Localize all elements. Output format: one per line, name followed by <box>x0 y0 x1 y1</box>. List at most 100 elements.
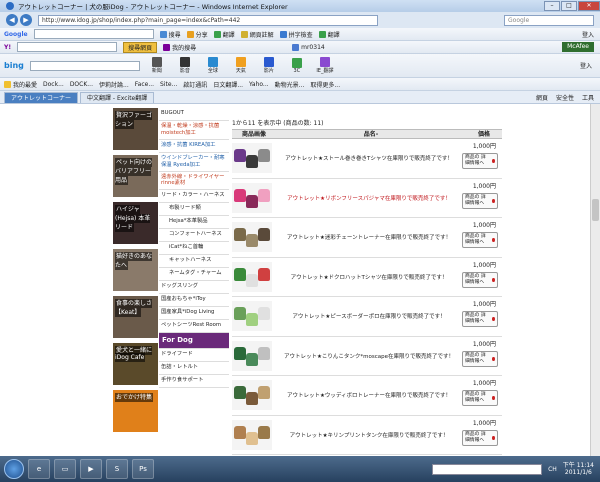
ie-task-icon[interactable]: e <box>28 459 50 479</box>
safety-menu[interactable]: 安全性 <box>556 93 574 102</box>
tray-input[interactable] <box>432 463 543 475</box>
category-menu-item[interactable]: ネームタグ・チャーム <box>159 268 229 282</box>
photoshop-task-icon[interactable]: Ps <box>132 459 154 479</box>
url-input[interactable]: http://www.idog.jp/shop/index.php?main_p… <box>38 14 378 26</box>
bing-video-button[interactable]: 影音 <box>174 57 196 74</box>
header-name[interactable]: 品名- <box>276 130 466 138</box>
bing-global-button[interactable]: 全球 <box>202 57 224 74</box>
product-detail-button[interactable]: 商品の 詳細情報へ <box>462 390 498 406</box>
category-menu-item[interactable]: 保温・乾燥・涼感・抗菌 moistech加工 <box>159 121 229 140</box>
tab-outlet[interactable]: アウトレットコーナー <box>4 91 79 103</box>
google-search-input[interactable] <box>33 29 154 39</box>
category-menu-item[interactable]: iCat*ねこ首輪 <box>159 242 229 256</box>
page-menu[interactable]: 網頁 <box>536 93 548 102</box>
toolbar1-item[interactable]: 網頁註解 <box>240 30 274 39</box>
category-menu-item[interactable]: ウインドブレーカー・耐寒保温 Ryeda加工 <box>159 153 229 172</box>
category-menu-item[interactable]: キャットハーネス <box>159 255 229 269</box>
side-banner[interactable]: 愛犬と一緒に iDog Cafe <box>113 343 158 385</box>
maximize-button[interactable]: □ <box>561 1 577 11</box>
category-menu-item[interactable]: 国産おもちゃ*iToy <box>159 294 229 308</box>
product-image[interactable] <box>232 143 272 174</box>
category-menu-item[interactable]: For Dog <box>159 333 229 350</box>
bing-search-input[interactable] <box>29 60 140 71</box>
favorite-link[interactable]: 日文翻譯... <box>213 80 243 89</box>
product-detail-button[interactable]: 商品の 詳細情報へ <box>462 311 498 327</box>
side-banner[interactable]: ペット向けの バリアフリー用品 <box>113 155 158 197</box>
product-image[interactable] <box>232 182 272 213</box>
category-menu-item[interactable]: 缶詰・レトルト <box>159 362 229 376</box>
bing-translate-button[interactable]: IE_翻譯 <box>314 57 336 74</box>
toolbar1-item[interactable]: 搜尋 <box>159 30 181 39</box>
category-menu-item[interactable]: リード・カラー・ハーネス <box>159 190 229 204</box>
side-banner[interactable]: 食事の楽しさ 【Keat】 <box>113 296 158 338</box>
favorite-link[interactable]: 啟訂通訊 <box>183 80 207 89</box>
category-menu-item[interactable]: 涼感・抗菌 KIREA加工 <box>159 140 229 153</box>
favorite-link[interactable]: Face... <box>135 81 154 88</box>
product-detail-button[interactable]: 商品の 詳細情報へ <box>462 350 498 367</box>
header-image[interactable]: 商品画像 <box>232 130 276 138</box>
yahoo-search-input[interactable] <box>17 42 118 52</box>
my-search-button[interactable]: 我的搜尋 <box>163 43 196 52</box>
tab-excite[interactable]: 中文翻譯 - Excite翻譯 <box>80 91 155 103</box>
product-image[interactable] <box>232 380 272 411</box>
browser-search-input[interactable]: Google <box>504 14 594 26</box>
bing-login-button[interactable]: 登入 <box>580 61 592 70</box>
bing-movie-button[interactable]: 影片 <box>258 57 280 74</box>
category-menu-item[interactable]: コンフォートハーネス <box>159 229 229 243</box>
favorite-link[interactable]: DOCK... <box>70 81 93 88</box>
toolbar1-item[interactable]: 翻譯 <box>318 30 340 39</box>
bing-news-button[interactable]: 新聞 <box>146 57 168 74</box>
product-detail-button[interactable]: 商品の 詳細情報へ <box>462 192 498 209</box>
product-detail-button[interactable]: 商品の 詳細情報へ <box>462 429 498 446</box>
favorite-link[interactable]: Dock... <box>43 81 64 88</box>
category-menu-item[interactable]: ドライフード <box>159 349 229 363</box>
category-menu-item[interactable]: 国産家具*iDog Living <box>159 307 229 321</box>
media-task-icon[interactable]: ▶ <box>80 459 102 479</box>
category-menu-item[interactable]: Hejsa*本革製品 <box>159 216 229 230</box>
bing-weather-button[interactable]: 天氣 <box>230 57 252 74</box>
product-image[interactable] <box>232 301 272 332</box>
skype-task-icon[interactable]: S <box>106 459 128 479</box>
scroll-thumb[interactable] <box>592 199 599 221</box>
page-scrollbar[interactable] <box>590 104 600 456</box>
bing-3c-button[interactable]: 3C <box>286 57 308 74</box>
side-banner[interactable]: おでかけ特集 <box>113 390 158 432</box>
favorite-link[interactable]: Yaho... <box>249 81 269 88</box>
category-menu-item[interactable]: 手作り食サポート <box>159 375 229 389</box>
minimize-button[interactable]: – <box>544 1 560 11</box>
category-menu-item[interactable]: 遠赤外線・ドライワイヤー rinne素材 <box>159 172 229 191</box>
mcafee-button[interactable]: McAfee <box>562 42 594 52</box>
toolbar1-item[interactable]: 拼字檢查 <box>279 30 313 39</box>
back-button[interactable]: ◀ <box>6 14 18 26</box>
user-account[interactable]: mr0314 <box>292 43 325 51</box>
forward-button[interactable]: ▶ <box>20 14 32 26</box>
category-menu-item[interactable]: ドッグスリング <box>159 281 229 295</box>
product-detail-button[interactable]: 商品の 詳細情報へ <box>462 153 498 169</box>
yahoo-search-button[interactable]: 搜尋網頁 <box>123 41 158 53</box>
google-login-button[interactable]: 登入 <box>582 30 594 39</box>
header-price[interactable]: 価格 <box>466 130 502 138</box>
explorer-task-icon[interactable]: ▭ <box>54 459 76 479</box>
side-banner[interactable]: 猫好きのあなたへ <box>113 249 158 291</box>
favorite-link[interactable]: Site... <box>160 81 177 88</box>
product-image[interactable] <box>232 222 272 253</box>
product-detail-button[interactable]: 商品の 詳細情報へ <box>462 232 498 248</box>
tools-menu[interactable]: 工具 <box>582 93 594 102</box>
side-banner[interactable]: 贅沢ファーゴション <box>113 108 158 150</box>
close-button[interactable]: ✕ <box>578 1 600 11</box>
toolbar1-item[interactable]: 翻譯 <box>213 30 235 39</box>
side-banner[interactable]: ハイジャ(Hejsa) 本革リード <box>113 202 158 244</box>
language-indicator[interactable]: CH <box>548 466 557 473</box>
product-detail-button[interactable]: 商品の 詳細情報へ <box>462 271 498 288</box>
toolbar1-item[interactable]: 分享 <box>186 30 208 39</box>
product-image[interactable] <box>232 261 272 292</box>
category-menu-item[interactable]: ペットシーツRest Room <box>159 320 229 334</box>
category-menu-item[interactable]: BUGOUT <box>159 108 229 121</box>
favorites-button[interactable]: 我的最愛 <box>4 80 37 89</box>
favorite-link[interactable]: 動物光景... <box>275 80 305 89</box>
start-button[interactable] <box>4 459 24 479</box>
favorite-link[interactable]: 取得更多... <box>310 80 340 89</box>
category-menu-item[interactable]: 布製リード類 <box>159 203 229 217</box>
product-image[interactable] <box>232 340 272 371</box>
product-image[interactable] <box>232 419 272 450</box>
